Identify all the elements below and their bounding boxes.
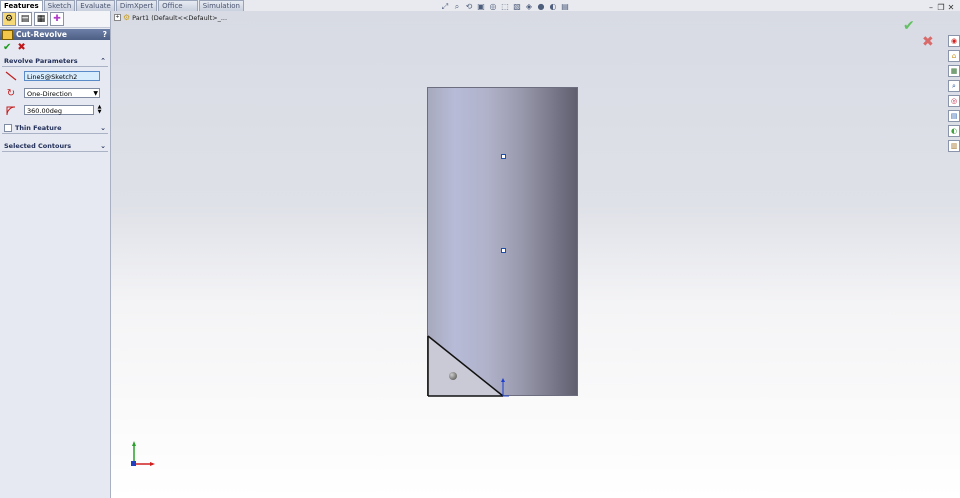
tab-dimxpert[interactable]: DimXpert <box>115 0 158 11</box>
design-library-icon[interactable]: ⌂ <box>948 50 960 62</box>
property-manager-panel: ⚙ ▤ ▦ ✚ Cut-Revolve ? ✔ ✖ Revolve Parame… <box>0 11 111 498</box>
angle-input[interactable]: 360.00deg <box>24 105 94 115</box>
thin-feature-checkbox[interactable] <box>4 124 12 132</box>
angle-icon <box>4 104 18 116</box>
restore-icon[interactable]: ❐ <box>936 3 946 12</box>
revolve-parameters-label: Revolve Parameters <box>4 57 78 65</box>
collapse-chevron-icon[interactable]: ⌃ <box>100 57 106 66</box>
axis-row: Line5@Sketch2 <box>2 68 108 84</box>
selected-contours-group: Selected Contours ⌄ <box>2 142 108 152</box>
feature-manager-icon[interactable]: ⚙ <box>2 12 16 26</box>
confirmation-ok-icon[interactable]: ✔ <box>903 18 915 34</box>
selected-contours-header[interactable]: Selected Contours ⌄ <box>2 142 108 152</box>
dynamic-annotation-icon[interactable]: ◎ <box>488 2 498 12</box>
zoom-to-area-icon[interactable]: ⌕ <box>452 2 462 12</box>
dimxpert-manager-icon[interactable]: ✚ <box>50 12 64 26</box>
manager-tabs: ⚙ ▤ ▦ ✚ <box>0 11 110 28</box>
rotate-cursor-icon <box>449 372 457 380</box>
revolve-type-dropdown[interactable]: One-Direction ▼ <box>24 88 100 98</box>
appearances-icon[interactable]: ▤ <box>948 110 960 122</box>
selected-contours-label: Selected Contours <box>4 142 72 150</box>
revolve-type-value: One-Direction <box>27 90 72 98</box>
zoom-to-fit-icon[interactable]: ⤢ <box>440 2 450 12</box>
sketch-point-middle[interactable] <box>501 248 506 253</box>
thin-feature-group: Thin Feature ⌄ <box>2 124 108 134</box>
custom-properties-icon[interactable]: ▥ <box>948 140 960 152</box>
cancel-x-icon[interactable]: ✖ <box>17 42 25 53</box>
search-icon[interactable]: ⌕ <box>948 80 960 92</box>
cut-profile-sketch[interactable] <box>427 335 511 399</box>
sketch-point-top[interactable] <box>501 154 506 159</box>
revolve-parameters-header[interactable]: Revolve Parameters ⌃ <box>2 57 108 67</box>
axis-of-revolution-icon <box>4 70 18 82</box>
reverse-direction-icon[interactable]: ↻ <box>4 87 18 99</box>
thin-feature-label: Thin Feature <box>15 124 62 132</box>
thin-feature-header[interactable]: Thin Feature ⌄ <box>2 124 108 134</box>
axis-of-revolution-field[interactable]: Line5@Sketch2 <box>24 71 100 81</box>
tab-office-products[interactable]: Office Products <box>158 0 198 20</box>
revolve-parameters-group: Revolve Parameters ⌃ Line5@Sketch2 ↻ One… <box>2 57 108 118</box>
flyout-tree-item[interactable]: + ⚙ Part1 (Default<<Default>_... <box>114 13 227 22</box>
section-view-icon[interactable]: ▣ <box>476 2 486 12</box>
part-name: Part1 (Default<<Default>_... <box>132 13 228 22</box>
file-explorer-icon[interactable]: ▦ <box>948 65 960 77</box>
close-icon[interactable]: ✕ <box>946 3 956 12</box>
expand-chevron-icon[interactable]: ⌄ <box>100 124 106 133</box>
confirmation-cancel-icon[interactable]: ✖ <box>922 34 934 50</box>
minimize-icon[interactable]: – <box>926 3 936 12</box>
tab-evaluate[interactable]: Evaluate <box>76 0 115 11</box>
expand-chevron-icon[interactable]: ⌄ <box>100 142 106 151</box>
property-manager-title: Cut-Revolve <box>16 30 67 39</box>
part-icon: ⚙ <box>123 13 131 22</box>
task-pane-tabs: ◉ ⌂ ▦ ⌕ ◎ ▤ ◐ ▥ <box>948 35 960 155</box>
angle-row: 360.00deg ▲ ▼ <box>2 102 108 118</box>
solidworks-resources-icon[interactable]: ◉ <box>948 35 960 47</box>
reference-triad <box>131 441 155 466</box>
view-palette-icon[interactable]: ◎ <box>948 95 960 107</box>
view-settings-icon[interactable]: ▤ <box>560 2 570 12</box>
dropdown-arrow-icon[interactable]: ▼ <box>93 89 98 99</box>
view-orientation-icon[interactable]: ⬚ <box>500 2 510 12</box>
edit-appearance-icon[interactable]: ● <box>536 2 546 12</box>
angle-spinner[interactable]: ▲ ▼ <box>96 105 103 115</box>
scenes-icon[interactable]: ◐ <box>948 125 960 137</box>
cut-revolve-icon <box>2 29 13 40</box>
apply-scene-icon[interactable]: ◐ <box>548 2 558 12</box>
ok-check-icon[interactable]: ✔ <box>3 42 11 53</box>
tab-sketch[interactable]: Sketch <box>43 0 76 11</box>
confirm-row: ✔ ✖ <box>0 40 110 54</box>
previous-view-icon[interactable]: ⟲ <box>464 2 474 12</box>
command-manager-tabs: Features Sketch Evaluate DimXpert Office… <box>0 0 245 20</box>
window-controls: – ❐ ✕ <box>926 3 956 12</box>
expand-icon[interactable]: + <box>114 14 121 21</box>
configuration-manager-icon[interactable]: ▦ <box>34 12 48 26</box>
hide-show-items-icon[interactable]: ◈ <box>524 2 534 12</box>
tab-features[interactable]: Features <box>0 0 43 11</box>
property-manager-icon[interactable]: ▤ <box>18 12 32 26</box>
heads-up-view-toolbar: ⤢ ⌕ ⟲ ▣ ◎ ⬚ ▧ ◈ ● ◐ ▤ <box>440 2 572 12</box>
display-style-icon[interactable]: ▧ <box>512 2 522 12</box>
direction-row: ↻ One-Direction ▼ <box>2 85 108 101</box>
tab-simulation[interactable]: Simulation <box>198 0 244 11</box>
property-manager-title-bar: Cut-Revolve ? <box>0 29 110 40</box>
help-button[interactable]: ? <box>103 29 107 40</box>
